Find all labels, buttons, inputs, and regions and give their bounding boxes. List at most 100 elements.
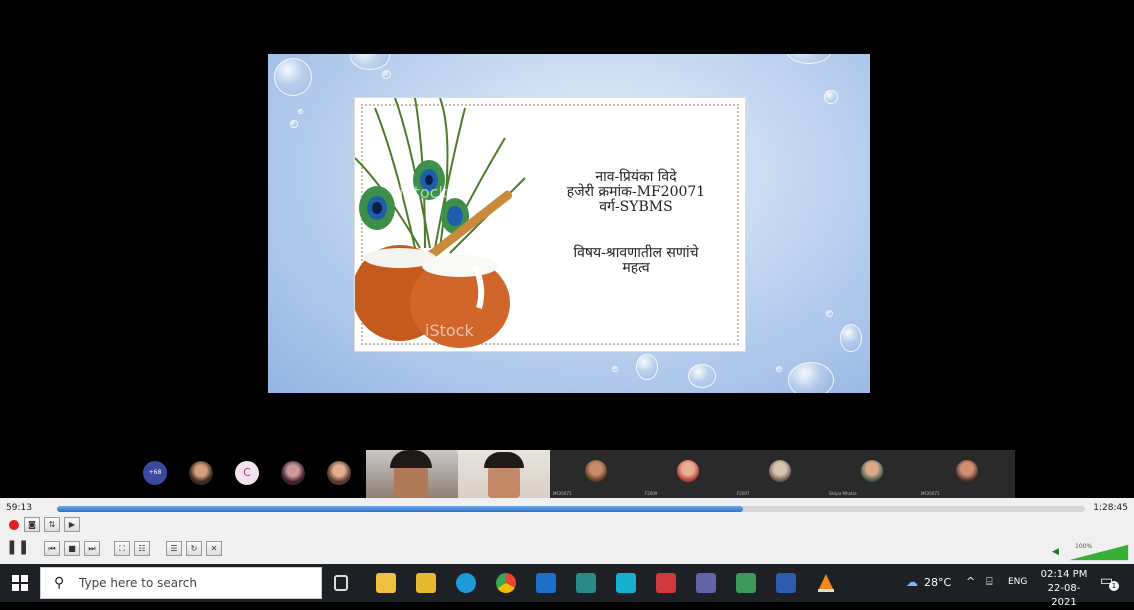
- pots-flute-illustration: iStock iStock: [355, 98, 526, 348]
- current-time: 59:13: [6, 503, 32, 513]
- playlist-button[interactable]: ☰: [166, 541, 182, 556]
- subject-line: विषय-श्रावणातील सणांचे: [573, 245, 699, 261]
- stock-watermark: iStock: [399, 183, 448, 202]
- file-explorer-icon[interactable]: [416, 573, 436, 593]
- participants-strip: +68 C MF20071 F2009 F2007 Shilpa Mhatre …: [137, 450, 1015, 498]
- video-tile[interactable]: [458, 450, 550, 498]
- participant-avatar[interactable]: [189, 461, 213, 485]
- photos-icon[interactable]: [736, 573, 756, 593]
- tray-chevron-icon[interactable]: ^: [966, 575, 975, 588]
- slide-card: iStock iStock नाव-प्रियंका विदे हजेरी क्…: [354, 97, 746, 352]
- water-drop: [298, 109, 303, 114]
- pause-button[interactable]: ❚❚: [6, 540, 29, 556]
- extended-settings-button[interactable]: ☷: [134, 541, 150, 556]
- teams-icon[interactable]: [696, 573, 716, 593]
- repeat-icon: ↻: [190, 544, 198, 553]
- app-icon[interactable]: [576, 573, 596, 593]
- participant-avatar: [769, 460, 791, 482]
- chrome-icon[interactable]: [496, 573, 516, 593]
- video-tile[interactable]: F2007: [734, 450, 826, 498]
- slide-subject-block: विषय-श्रावणातील सणांचे महत्व: [551, 246, 721, 276]
- seek-bar[interactable]: [57, 506, 1085, 512]
- tile-label: F2009: [645, 491, 658, 496]
- windows-taskbar: ⚲ Type here to search ☁ 28°C ^ ⌸ ENG 02:…: [0, 564, 1134, 608]
- water-drop: [776, 366, 782, 372]
- previous-icon: ⏮: [48, 544, 56, 553]
- next-button[interactable]: ⏭: [84, 541, 100, 556]
- video-tile[interactable]: MF20071: [550, 450, 642, 498]
- record-icon: [9, 520, 19, 530]
- presentation-slide: iStock iStock नाव-प्रियंका विदे हजेरी क्…: [268, 54, 870, 393]
- water-drop: [350, 54, 390, 70]
- mail-icon[interactable]: [536, 573, 556, 593]
- slide-info-block: नाव-प्रियंका विदे हजेरी क्रमांक-MF20071 …: [551, 170, 721, 215]
- search-icon: ⚲: [54, 575, 65, 591]
- loop-icon: ⇅: [48, 520, 56, 529]
- store-icon[interactable]: [376, 573, 396, 593]
- vlc-icon[interactable]: [816, 573, 836, 593]
- participant-initial-avatar[interactable]: C: [235, 461, 259, 485]
- water-drop: [688, 364, 716, 388]
- tile-label: Shilpa Mhatre: [829, 491, 857, 496]
- notifications-icon[interactable]: ▭ 1: [1100, 573, 1119, 591]
- volume-slider[interactable]: [1068, 543, 1130, 561]
- office-icon[interactable]: [656, 573, 676, 593]
- speaker-icon[interactable]: ◀: [1052, 547, 1059, 557]
- lens-icon[interactable]: [616, 573, 636, 593]
- student-name: नाव-प्रियंका विदे: [595, 169, 677, 185]
- stop-button[interactable]: ■: [64, 541, 80, 556]
- total-time: 1:28:45: [1093, 503, 1128, 513]
- water-drop: [788, 362, 834, 393]
- water-drop: [274, 58, 312, 96]
- tile-label: MF20071: [921, 491, 940, 496]
- fullscreen-button[interactable]: ⛶: [114, 541, 130, 556]
- water-drop: [290, 120, 298, 128]
- water-drop: [840, 324, 862, 352]
- video-tile[interactable]: Shilpa Mhatre: [826, 450, 918, 498]
- clock-date: 22-08-2021: [1047, 583, 1081, 608]
- next-icon: ⏭: [88, 544, 96, 553]
- edge-icon[interactable]: [456, 573, 476, 593]
- water-drop: [786, 54, 832, 64]
- taskbar-search-box[interactable]: ⚲ Type here to search: [40, 567, 322, 599]
- media-player-controls: 59:13 1:28:45 ◙ ⇅ ▶ ❚❚ ⏮ ■ ⏭ ⛶ ☷ ☰ ↻ ✕ ◀…: [0, 498, 1134, 564]
- weather-icon[interactable]: ☁: [906, 575, 918, 589]
- pause-icon: ❚❚: [6, 539, 30, 555]
- participant-avatar[interactable]: [327, 461, 351, 485]
- stock-watermark: iStock: [425, 321, 474, 340]
- weather-temp[interactable]: 28°C: [924, 576, 951, 589]
- video-tile[interactable]: [366, 450, 458, 498]
- shuffle-icon: ✕: [210, 544, 218, 553]
- participant-avatar: [956, 460, 978, 482]
- snapshot-button[interactable]: ◙: [24, 517, 40, 532]
- water-drop: [636, 354, 658, 380]
- network-icon[interactable]: ⌸: [986, 575, 993, 589]
- participant-avatar: [861, 460, 883, 482]
- water-drop: [612, 366, 618, 372]
- loop-ab-button[interactable]: ⇅: [44, 517, 60, 532]
- frame-step-button[interactable]: ▶: [64, 517, 80, 532]
- water-drop: [826, 310, 833, 317]
- previous-button[interactable]: ⏮: [44, 541, 60, 556]
- water-drop: [824, 90, 838, 104]
- participant-avatar[interactable]: [281, 461, 305, 485]
- shuffle-button[interactable]: ✕: [206, 541, 222, 556]
- tile-label: MF20071: [553, 491, 572, 496]
- taskbar-clock[interactable]: 02:14 PM 22-08-2021: [1040, 568, 1088, 610]
- task-view-icon[interactable]: [334, 575, 348, 591]
- language-indicator[interactable]: ENG: [1008, 577, 1027, 587]
- video-tile[interactable]: F2009: [642, 450, 734, 498]
- water-drop: [382, 70, 391, 79]
- windows-start-icon[interactable]: [12, 575, 28, 591]
- word-icon[interactable]: [776, 573, 796, 593]
- participant-avatar: [677, 460, 699, 482]
- roll-number: हजेरी क्रमांक-MF20071: [566, 184, 706, 200]
- seek-bar-fill: [57, 506, 743, 512]
- record-button[interactable]: [6, 518, 22, 533]
- loop-button[interactable]: ↻: [186, 541, 202, 556]
- more-count: +68: [148, 469, 162, 476]
- video-tile[interactable]: MF20071: [918, 450, 1015, 498]
- clock-time: 02:14 PM: [1040, 569, 1088, 580]
- tile-label: F2007: [737, 491, 750, 496]
- more-participants-badge[interactable]: +68: [143, 461, 167, 485]
